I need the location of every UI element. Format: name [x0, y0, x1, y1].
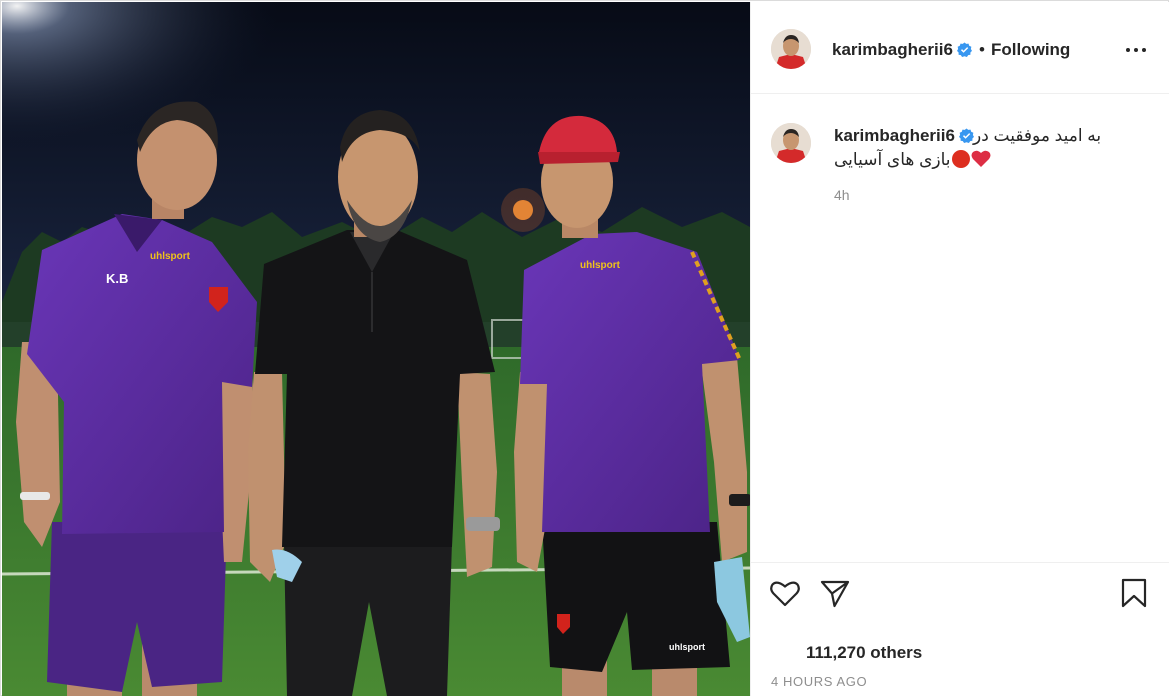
- post-username[interactable]: karimbagherii6: [832, 40, 972, 60]
- caption-username-text[interactable]: karimbagherii6: [834, 126, 955, 145]
- paper-plane-icon[interactable]: [819, 577, 851, 609]
- post-header: karimbagherii6 • Following: [751, 2, 1169, 94]
- post-actions: 111,270 others 4 HOURS AGO: [751, 562, 1169, 696]
- separator-dot: •: [979, 40, 985, 59]
- more-dot: [1126, 48, 1130, 52]
- heart-icon[interactable]: [769, 577, 801, 609]
- username-text[interactable]: karimbagherii6: [832, 40, 953, 59]
- jersey-brand-right: uhlsport: [580, 260, 621, 271]
- following-button[interactable]: Following: [991, 40, 1070, 60]
- caption-timestamp[interactable]: 4h: [834, 187, 850, 203]
- caption-line2-text: بازی های آسیایی: [834, 150, 951, 169]
- jersey-initials: K.B: [106, 271, 128, 286]
- more-dot: [1142, 48, 1146, 52]
- more-dot: [1134, 48, 1138, 52]
- red-heart-icon: [971, 150, 991, 167]
- post-photo[interactable]: K.B uhlsport uhlsport uhlsport: [2, 2, 750, 696]
- shorts-brand: uhlsport: [669, 642, 705, 652]
- post-side-panel: karimbagherii6 • Following karimbagherii…: [750, 2, 1169, 696]
- red-circle-icon: [951, 150, 970, 168]
- bookmark-icon[interactable]: [1118, 577, 1150, 609]
- avatar[interactable]: [771, 29, 811, 69]
- likes-count[interactable]: 111,270 others: [806, 643, 922, 663]
- post-time-ago[interactable]: 4 HOURS AGO: [771, 674, 867, 689]
- caption-username[interactable]: karimbagherii6: [834, 126, 974, 146]
- more-options-icon[interactable]: [1124, 40, 1148, 60]
- post-photo-illustration: K.B uhlsport uhlsport uhlsport: [2, 2, 750, 696]
- jersey-brand-left: uhlsport: [150, 251, 191, 262]
- caption-text-line1: به امید موفقیت در: [973, 126, 1102, 145]
- caption-text-line2: بازی های آسیایی: [834, 150, 991, 170]
- avatar-image: [771, 29, 811, 69]
- post-dialog: K.B uhlsport uhlsport uhlsport karimbagh…: [0, 0, 1169, 696]
- avatar-image: [771, 123, 811, 163]
- verified-badge-icon: [958, 128, 974, 143]
- caption-avatar[interactable]: [771, 123, 811, 163]
- verified-badge-icon: [956, 42, 972, 57]
